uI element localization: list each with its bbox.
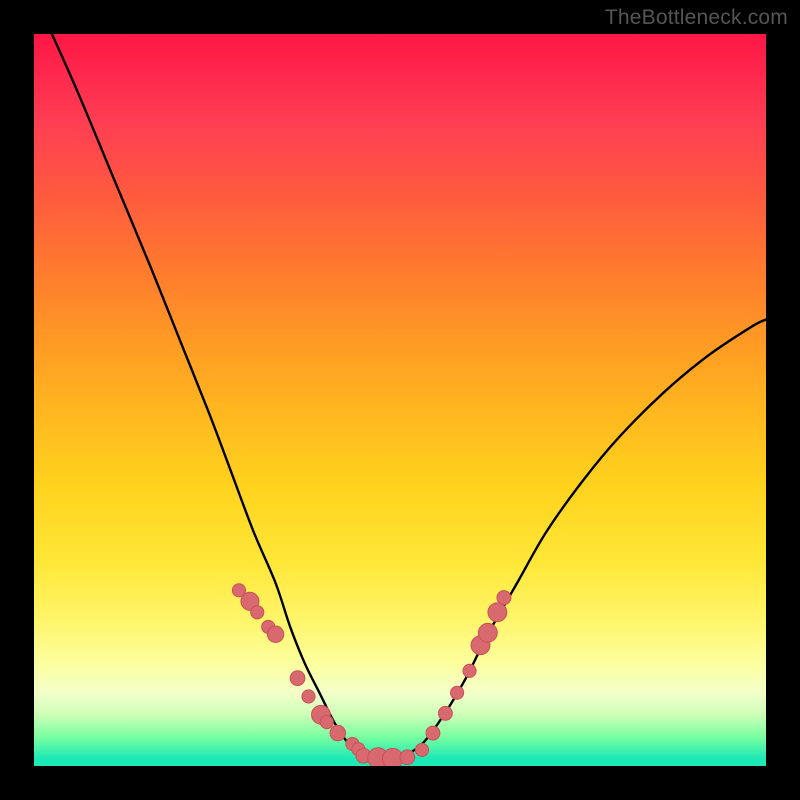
- data-marker: [497, 591, 511, 605]
- plot-area: [34, 34, 766, 766]
- data-marker: [400, 750, 415, 765]
- data-marker: [267, 626, 283, 642]
- data-marker: [463, 664, 476, 677]
- bottleneck-curve-left-branch: [49, 34, 364, 759]
- data-marker: [320, 716, 333, 729]
- data-marker: [415, 743, 428, 756]
- data-marker: [478, 623, 497, 642]
- data-marker: [488, 603, 507, 622]
- data-marker: [302, 690, 315, 703]
- curve-layer: [34, 34, 766, 766]
- data-marker: [451, 686, 464, 699]
- attribution-watermark: TheBottleneck.com: [605, 6, 788, 30]
- data-marker: [290, 671, 305, 686]
- data-marker: [426, 726, 440, 740]
- data-marker: [438, 706, 452, 720]
- chart-stage: TheBottleneck.com: [0, 0, 800, 800]
- data-marker: [330, 725, 346, 741]
- data-marker: [251, 606, 264, 619]
